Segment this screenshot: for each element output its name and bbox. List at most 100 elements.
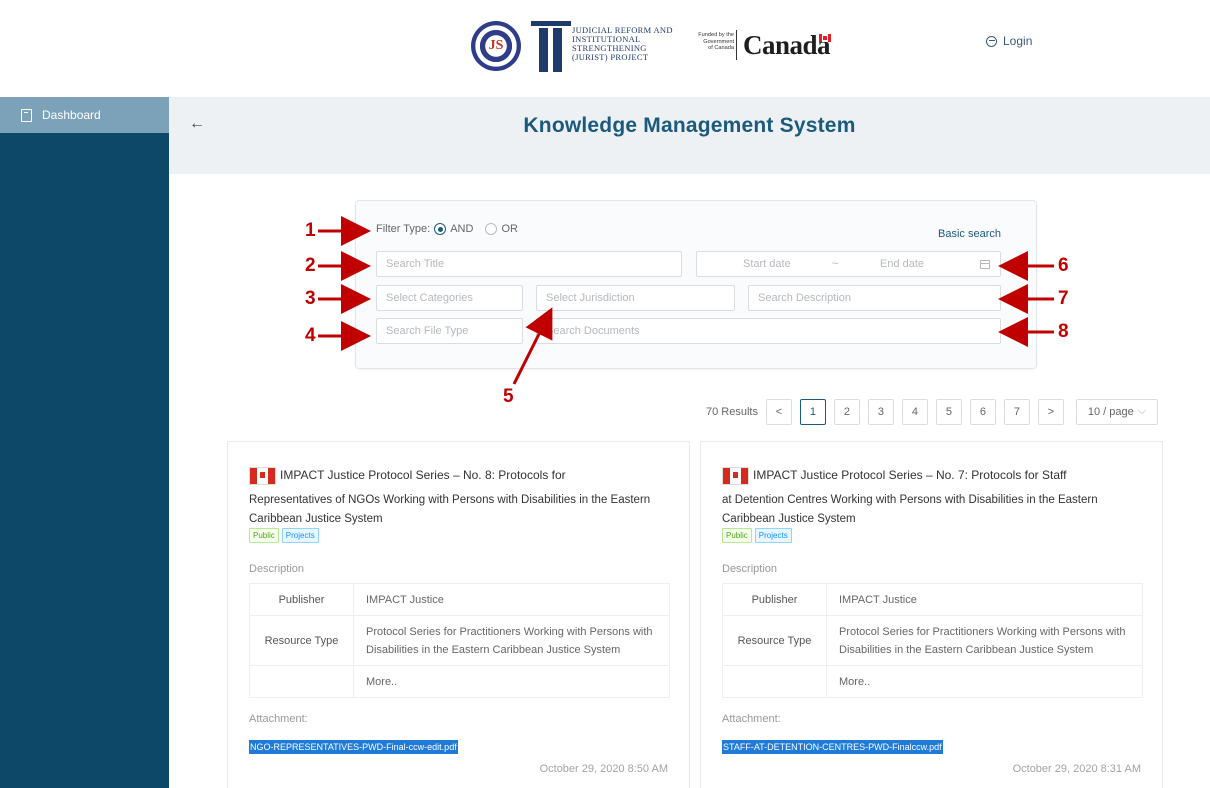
document-card: IMPACT Justice Protocol Series – No. 7: …: [700, 441, 1163, 788]
attachment-label: Attachment:: [722, 713, 781, 725]
seal-logo: JS: [471, 21, 521, 71]
radio-and[interactable]: [434, 223, 447, 235]
annotation-2: 2: [305, 255, 316, 276]
row-key: Publisher: [249, 583, 354, 616]
row-key: Resource Type: [722, 615, 827, 666]
filter-panel: Filter Type: AND OR Basic search Search …: [355, 200, 1037, 369]
search-documents-input[interactable]: Search Documents: [536, 318, 1001, 344]
page-button-6[interactable]: 6: [969, 398, 996, 425]
table-row: More..: [249, 665, 670, 698]
card-title-line1[interactable]: IMPACT Justice Protocol Series – No. 8: …: [280, 468, 566, 482]
row-key: Publisher: [722, 583, 827, 616]
row-value: Protocol Series for Practitioners Workin…: [353, 615, 670, 666]
card-title-line1[interactable]: IMPACT Justice Protocol Series – No. 7: …: [753, 468, 1066, 482]
search-description-input[interactable]: Search Description: [748, 285, 1001, 311]
page-button-3[interactable]: 3: [867, 398, 894, 425]
annotation-8: 8: [1058, 321, 1069, 342]
page-button-5[interactable]: 5: [935, 398, 962, 425]
canada-wordmark: Canada: [743, 30, 831, 60]
login-label: Login: [1003, 34, 1033, 48]
table-row: Resource Type Protocol Series for Practi…: [249, 615, 670, 666]
attachment-link[interactable]: STAFF-AT-DETENTION-CENTRES-PWD-Finalccw.…: [722, 740, 943, 754]
jurist-logo-icon: [531, 19, 571, 75]
row-key: [722, 665, 827, 698]
info-table: Publisher IMPACT Justice Resource Type P…: [249, 583, 670, 698]
page-title: Knowledge Management System: [523, 114, 856, 137]
table-row: More..: [722, 665, 1143, 698]
row-value: IMPACT Justice: [826, 583, 1143, 616]
more-link[interactable]: More..: [826, 665, 1143, 698]
row-value: IMPACT Justice: [353, 583, 670, 616]
select-jurisdiction[interactable]: Select Jurisdiction: [536, 285, 735, 311]
attachment-label: Attachment:: [249, 713, 308, 725]
start-date-input[interactable]: Start date: [743, 258, 791, 270]
filter-type-label: Filter Type:: [376, 223, 431, 235]
radio-and-label[interactable]: AND: [450, 223, 473, 235]
table-row: Publisher IMPACT Justice: [722, 583, 1143, 616]
page-button-1[interactable]: 1: [799, 398, 826, 425]
jurist-project-name: JUDICIAL REFORM AND INSTITUTIONAL STRENG…: [572, 25, 673, 62]
calendar-icon[interactable]: [980, 260, 990, 269]
annotation-1: 1: [305, 220, 316, 241]
search-file-type-input[interactable]: Search File Type: [376, 318, 523, 344]
select-categories[interactable]: Select Categories: [376, 285, 523, 311]
annotation-7: 7: [1058, 288, 1069, 309]
prev-page-button[interactable]: <: [765, 398, 792, 425]
tag-projects: Projects: [281, 528, 319, 543]
row-key: Resource Type: [249, 615, 354, 666]
canada-flag-icon: [722, 467, 749, 485]
page-size-value: 10 / page: [1087, 405, 1134, 418]
date-separator: ~: [832, 258, 839, 270]
page-button-2[interactable]: 2: [833, 398, 860, 425]
attachment-link[interactable]: NGO-REPRESENTATIVES-PWD-Final-ccw-edit.p…: [249, 740, 458, 754]
login-button[interactable]: Login: [986, 34, 1032, 48]
funded-by-text: Funded by the Government of Canada: [698, 32, 734, 51]
canada-flag-icon: [249, 467, 276, 485]
top-header: JS JUDICIAL REFORM AND INSTITUTIONAL STR…: [0, 0, 1210, 97]
card-title-rest[interactable]: Representatives of NGOs Working with Per…: [249, 491, 669, 529]
next-page-button[interactable]: >: [1037, 398, 1064, 425]
document-card: IMPACT Justice Protocol Series – No. 8: …: [227, 441, 690, 788]
annotation-6: 6: [1058, 255, 1069, 276]
seal-logo-text: JS: [488, 38, 504, 53]
page-size-select[interactable]: 10 / page ⌵: [1075, 398, 1158, 425]
annotation-5: 5: [503, 386, 514, 407]
chevron-down-icon: ⌵: [1137, 405, 1147, 417]
date-range-picker[interactable]: [696, 251, 1001, 277]
table-row: Resource Type Protocol Series for Practi…: [722, 615, 1143, 666]
login-icon: [986, 35, 997, 47]
page-button-4[interactable]: 4: [901, 398, 928, 425]
page-header: ← Knowledge Management System: [169, 97, 1210, 174]
sidebar-item-label: Dashboard: [42, 108, 101, 122]
card-tags: Public Projects: [722, 528, 792, 543]
info-table: Publisher IMPACT Justice Resource Type P…: [722, 583, 1143, 698]
document-icon: [21, 108, 32, 122]
annotation-3: 3: [305, 288, 316, 309]
row-key: [249, 665, 354, 698]
more-link[interactable]: More..: [353, 665, 670, 698]
sidebar: Dashboard: [0, 97, 169, 788]
card-date: October 29, 2020 8:50 AM: [539, 763, 668, 775]
card-tags: Public Projects: [249, 528, 319, 543]
radio-or[interactable]: [485, 223, 498, 235]
logo-divider: [736, 30, 737, 60]
tag-public: Public: [722, 528, 752, 543]
sidebar-item-dashboard[interactable]: Dashboard: [0, 97, 169, 133]
basic-search-link[interactable]: Basic search: [938, 228, 1001, 240]
card-title-rest[interactable]: at Detention Centres Working with Person…: [722, 491, 1142, 529]
end-date-input[interactable]: End date: [880, 258, 924, 270]
pagination: 70 Results < 1 2 3 4 5 6 7 > 10 / page ⌵: [706, 398, 1158, 425]
table-row: Publisher IMPACT Justice: [249, 583, 670, 616]
search-title-input[interactable]: Search Title: [376, 251, 682, 277]
canada-flag-icon: [819, 34, 831, 42]
radio-or-label[interactable]: OR: [501, 223, 518, 235]
tag-public: Public: [249, 528, 279, 543]
page-button-7[interactable]: 7: [1003, 398, 1030, 425]
results-count: 70 Results: [706, 405, 758, 418]
annotation-4: 4: [305, 325, 316, 346]
tag-projects: Projects: [754, 528, 792, 543]
filter-type-group: Filter Type: AND OR: [376, 223, 526, 235]
description-label: Description: [722, 563, 778, 575]
row-value: Protocol Series for Practitioners Workin…: [826, 615, 1143, 666]
card-date: October 29, 2020 8:31 AM: [1012, 763, 1141, 775]
